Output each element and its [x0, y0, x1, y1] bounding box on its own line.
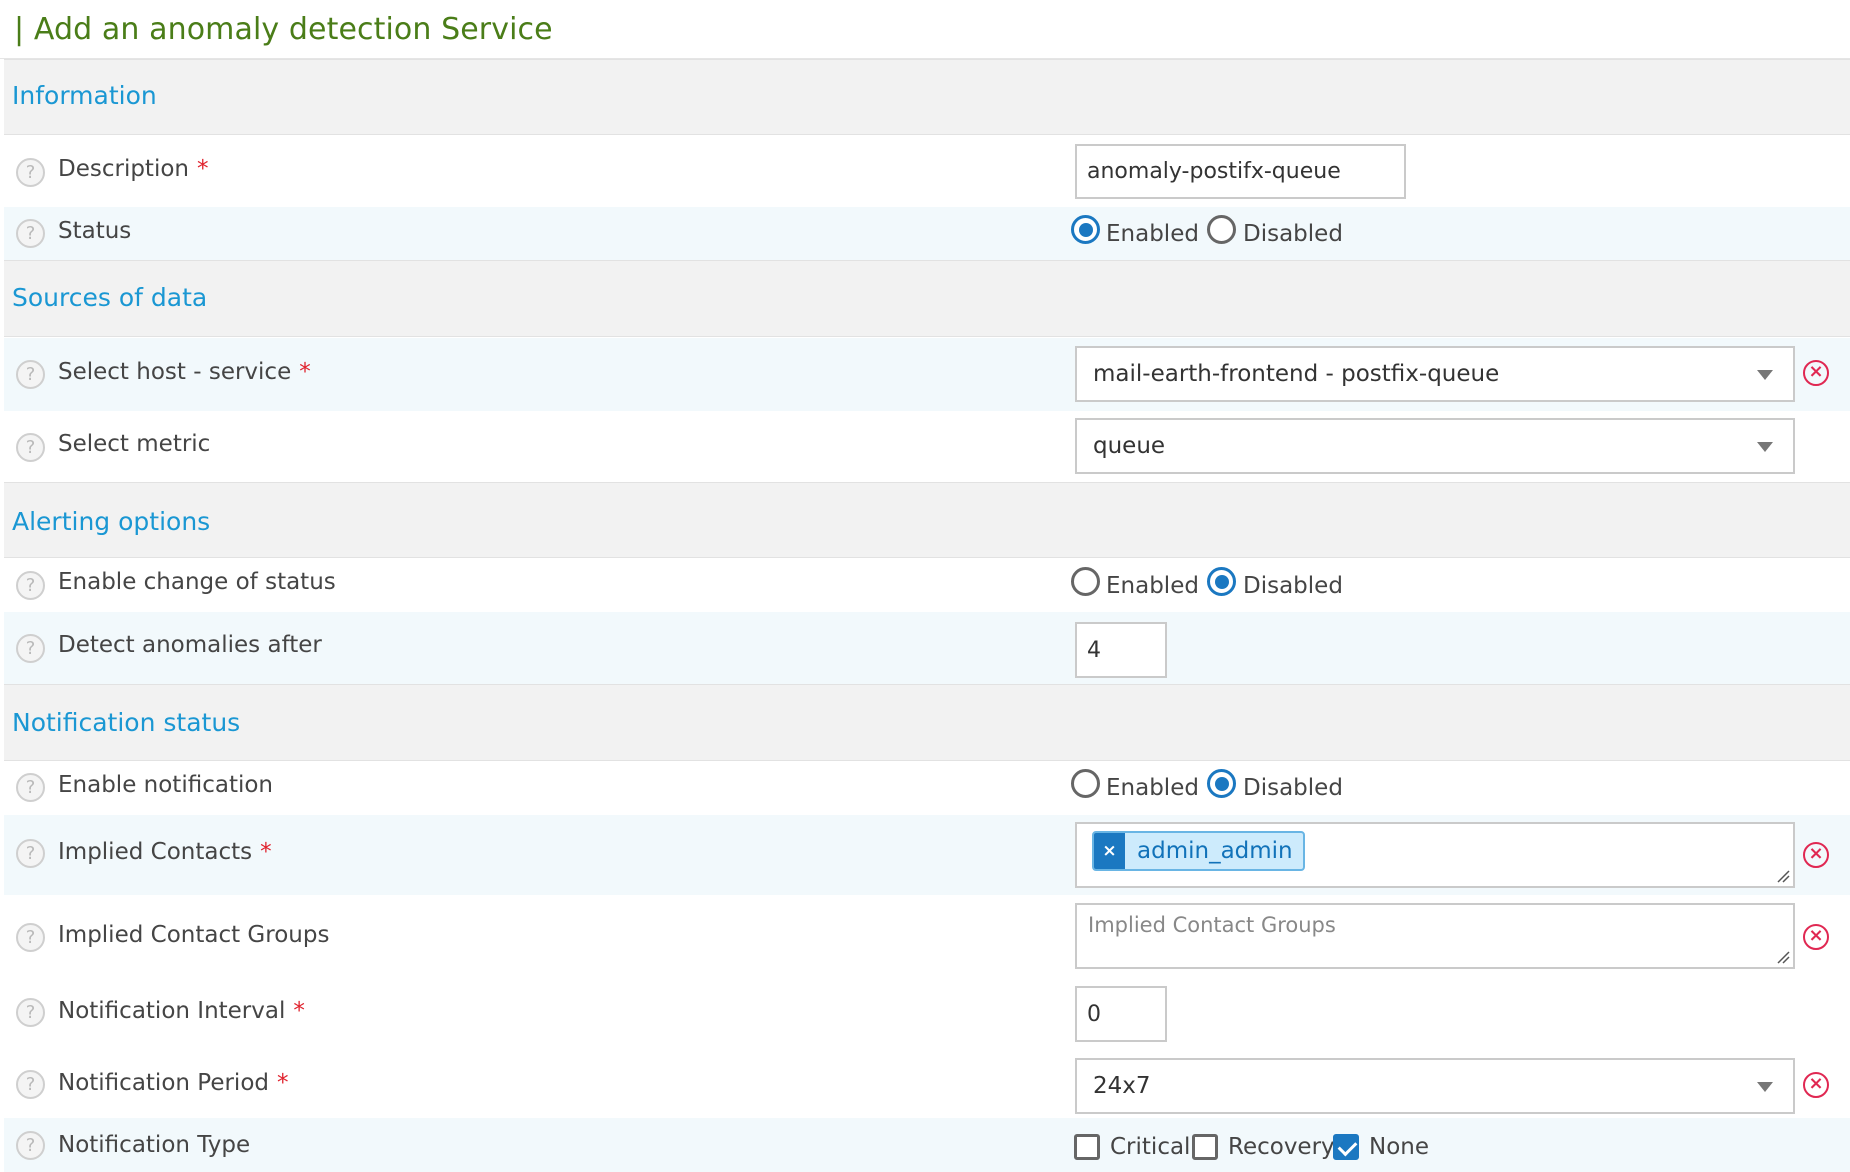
contact-tag: × admin_admin — [1092, 831, 1305, 871]
status-disabled-radio[interactable] — [1207, 215, 1236, 244]
none-label[interactable]: None — [1369, 1134, 1429, 1160]
description-label: Description * — [58, 156, 209, 182]
page-title: | Add an anomaly detection Service — [14, 12, 553, 47]
help-icon[interactable]: ? — [16, 158, 45, 187]
metric-value: queue — [1093, 433, 1166, 459]
notification-period-value: 24x7 — [1093, 1073, 1151, 1099]
host-service-select[interactable]: mail-earth-frontend - postfix-queue — [1075, 346, 1795, 402]
recovery-checkbox[interactable] — [1192, 1134, 1218, 1160]
enable-notification-disabled-radio[interactable] — [1207, 769, 1236, 798]
section-alerting: Alerting options — [4, 482, 1850, 558]
help-icon[interactable]: ? — [16, 634, 45, 663]
required-marker: * — [299, 359, 311, 385]
change-of-status-enabled-radio[interactable] — [1071, 567, 1100, 596]
help-icon[interactable]: ? — [16, 773, 45, 802]
status-disabled-label[interactable]: Disabled — [1243, 221, 1343, 247]
required-marker: * — [260, 839, 272, 865]
section-title-information: Information — [12, 81, 157, 110]
metric-label: Select metric — [58, 431, 211, 457]
notification-period-label: Notification Period * — [58, 1070, 289, 1096]
help-icon[interactable]: ? — [16, 1070, 45, 1099]
status-enabled-label[interactable]: Enabled — [1106, 221, 1199, 247]
host-service-value: mail-earth-frontend - postfix-queue — [1093, 361, 1500, 387]
row-change-of-status: ? Enable change of status Enabled Disabl… — [4, 559, 1850, 612]
change-of-status-enabled-label[interactable]: Enabled — [1106, 573, 1199, 599]
host-service-label: Select host - service * — [58, 359, 311, 385]
row-notification-type: ? Notification Type Critical Recovery No… — [4, 1118, 1850, 1172]
implied-contacts-field[interactable]: × admin_admin — [1075, 822, 1795, 888]
row-implied-contact-groups: ? Implied Contact Groups Implied Contact… — [4, 895, 1850, 978]
notification-type-label: Notification Type — [58, 1132, 251, 1158]
help-icon[interactable]: ? — [16, 923, 45, 952]
change-of-status-disabled-radio[interactable] — [1207, 567, 1236, 596]
row-implied-contacts: ? Implied Contacts * × admin_admin × — [4, 815, 1850, 895]
row-status: ? Status Enabled Disabled — [4, 207, 1850, 260]
detect-after-label: Detect anomalies after — [58, 632, 322, 658]
help-icon[interactable]: ? — [16, 1131, 45, 1160]
clear-notification-period-icon[interactable]: × — [1803, 1072, 1829, 1098]
section-sources: Sources of data — [4, 260, 1850, 337]
section-title-alerting: Alerting options — [12, 507, 211, 536]
detect-after-input[interactable]: 4 — [1075, 622, 1167, 678]
change-of-status-disabled-label[interactable]: Disabled — [1243, 573, 1343, 599]
section-notification: Notification status — [4, 684, 1850, 761]
implied-contact-groups-placeholder: Implied Contact Groups — [1088, 913, 1336, 937]
help-icon[interactable]: ? — [16, 219, 45, 248]
row-metric: ? Select metric queue — [4, 411, 1850, 482]
help-icon[interactable]: ? — [16, 839, 45, 868]
section-title-notification: Notification status — [12, 708, 241, 737]
enable-notification-enabled-label[interactable]: Enabled — [1106, 775, 1199, 801]
row-host-service: ? Select host - service * mail-earth-fron… — [4, 338, 1850, 411]
chevron-down-icon — [1757, 1082, 1773, 1092]
section-title-sources: Sources of data — [12, 283, 208, 312]
row-enable-notification: ? Enable notification Enabled Disabled — [4, 762, 1850, 815]
help-icon[interactable]: ? — [16, 360, 45, 389]
row-description: ? Description * anomaly-postifx-queue — [4, 136, 1850, 207]
description-input[interactable]: anomaly-postifx-queue — [1075, 144, 1406, 199]
critical-checkbox[interactable] — [1074, 1134, 1100, 1160]
help-icon[interactable]: ? — [16, 571, 45, 600]
required-marker: * — [277, 1070, 289, 1096]
contact-tag-label: admin_admin — [1137, 838, 1293, 864]
required-marker: * — [197, 156, 209, 182]
enable-notification-disabled-label[interactable]: Disabled — [1243, 775, 1343, 801]
enable-notification-enabled-radio[interactable] — [1071, 769, 1100, 798]
help-icon[interactable]: ? — [16, 433, 45, 462]
recovery-label[interactable]: Recovery — [1228, 1134, 1335, 1160]
chevron-down-icon — [1757, 370, 1773, 380]
clear-host-service-icon[interactable]: × — [1803, 360, 1829, 386]
metric-select[interactable]: queue — [1075, 418, 1795, 474]
critical-label[interactable]: Critical — [1110, 1134, 1190, 1160]
notification-interval-input[interactable]: 0 — [1075, 986, 1167, 1042]
resize-handle-icon[interactable] — [1776, 950, 1790, 964]
status-label: Status — [58, 218, 132, 244]
required-marker: * — [293, 998, 305, 1024]
row-detect-after: ? Detect anomalies after 4 — [4, 612, 1850, 684]
clear-contact-groups-icon[interactable]: × — [1803, 924, 1829, 950]
help-icon[interactable]: ? — [16, 998, 45, 1027]
status-enabled-radio[interactable] — [1071, 215, 1100, 244]
section-information: Information — [4, 59, 1850, 135]
implied-contact-groups-label: Implied Contact Groups — [58, 922, 330, 948]
resize-handle-icon[interactable] — [1776, 869, 1790, 883]
enable-notification-label: Enable notification — [58, 772, 273, 798]
implied-contact-groups-field[interactable]: Implied Contact Groups — [1075, 903, 1795, 969]
none-checkbox[interactable] — [1333, 1134, 1359, 1160]
implied-contacts-label: Implied Contacts * — [58, 839, 272, 865]
clear-contacts-icon[interactable]: × — [1803, 842, 1829, 868]
notification-period-select[interactable]: 24x7 — [1075, 1058, 1795, 1114]
tag-remove-icon[interactable]: × — [1094, 833, 1125, 869]
notification-interval-label: Notification Interval * — [58, 998, 305, 1024]
change-of-status-label: Enable change of status — [58, 569, 336, 595]
chevron-down-icon — [1757, 442, 1773, 452]
row-notification-period: ? Notification Period * 24x7 × — [4, 1048, 1850, 1118]
row-notification-interval: ? Notification Interval * 0 — [4, 978, 1850, 1048]
